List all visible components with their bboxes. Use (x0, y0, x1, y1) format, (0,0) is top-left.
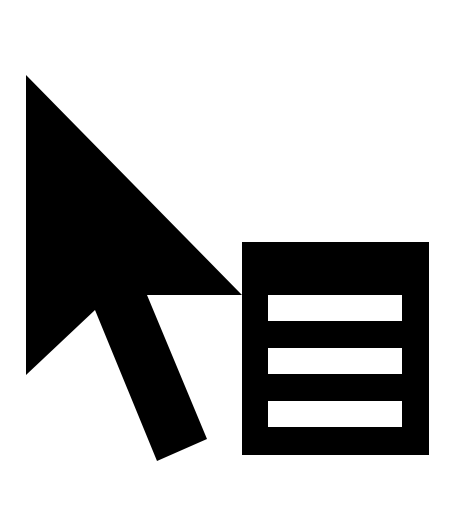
menu-line-2 (268, 348, 402, 374)
cursor-canvas (0, 0, 456, 510)
menu-line-1 (268, 295, 402, 321)
context-menu-cursor-icon (26, 75, 429, 461)
mouse-pointer-icon (26, 75, 242, 461)
menu-line-3 (268, 401, 402, 427)
menu-list-icon (242, 242, 429, 455)
